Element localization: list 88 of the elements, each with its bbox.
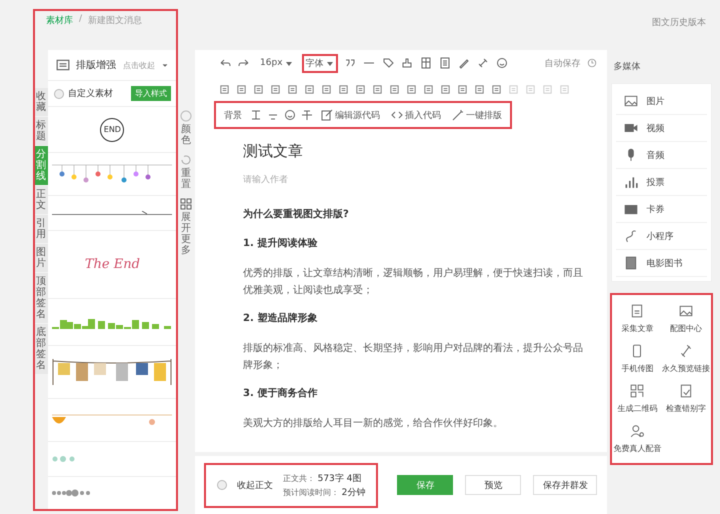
tag-icon <box>382 57 394 69</box>
line-divider-icon <box>52 211 172 216</box>
undo-icon <box>219 57 232 69</box>
image-icon <box>624 94 638 108</box>
breadcrumb-separator: / <box>79 14 82 26</box>
table-icon <box>420 57 432 69</box>
caret-icon <box>160 61 169 69</box>
layout-icon <box>56 58 70 72</box>
radio-button[interactable] <box>217 480 228 490</box>
media-item[interactable]: 音频 <box>616 142 707 169</box>
caret-icon <box>284 60 293 66</box>
media-item[interactable]: 电影图书 <box>616 250 707 277</box>
media-item[interactable]: 视频 <box>616 115 707 142</box>
pen-icon <box>458 57 470 69</box>
section-heading: 为什么要重视图文排版? <box>243 208 350 221</box>
quote-icon <box>344 57 356 69</box>
paragraph: 优秀的排版，让文章结构清晰，逻辑顺畅，用户易理解，便于快速扫读，而且优雅美观，让阅读也成享受； <box>243 266 584 298</box>
mini-program-icon <box>624 229 638 243</box>
toolbar-button[interactable]: 插入代码 <box>388 106 444 124</box>
section-title: 多媒体 <box>613 60 642 73</box>
color-circle-icon <box>180 110 192 122</box>
video-icon <box>624 121 638 135</box>
section-heading: 2. 塑造品牌形象 <box>243 311 318 325</box>
radio-button[interactable] <box>54 88 64 98</box>
tool-item[interactable]: 免费真人配音 <box>613 424 662 454</box>
clock-icon <box>587 58 598 68</box>
side-tool-button[interactable]: 展开更多 <box>180 198 192 256</box>
media-item[interactable]: 小程序 <box>616 223 707 250</box>
tool-item[interactable]: 手机传图 <box>613 344 662 374</box>
grid-icon <box>180 198 192 210</box>
category-tab[interactable]: 引用 <box>34 215 48 243</box>
toolbar-button[interactable]: 编辑源代码 <box>318 106 384 124</box>
toolbar-button[interactable]: 背景 <box>221 106 246 124</box>
section-heading: 1. 提升阅读体验 <box>243 236 318 250</box>
category-tab[interactable]: 标题 <box>34 117 48 145</box>
caret-icon <box>326 60 334 66</box>
paragraph: 排版的标准高、风格稳定、长期坚持，影响用户对品牌的看法，提升公众号品牌形象； <box>243 342 584 373</box>
tool-item[interactable]: 采集文章 <box>613 304 662 334</box>
reset-icon <box>180 154 192 166</box>
image-icon <box>678 304 693 318</box>
document-icon <box>630 304 644 318</box>
media-item[interactable]: 投票 <box>616 169 707 196</box>
tool-item[interactable]: 配图中心 <box>662 304 710 334</box>
side-tool-button[interactable]: 重置 <box>180 154 192 190</box>
edit-icon <box>321 109 334 121</box>
footer-button[interactable]: 预览 <box>465 475 522 495</box>
footer-button[interactable]: 保存并群发 <box>533 475 598 495</box>
wand-icon <box>452 109 464 121</box>
category-tab[interactable]: 正文 <box>34 186 48 214</box>
media-item[interactable]: 图片 <box>616 88 707 115</box>
toolbar-button[interactable]: 一键排版 <box>449 106 506 124</box>
paragraph: 美观大方的排版给人耳目一新的感觉，给合作伙伴好印象。 <box>243 416 504 431</box>
dot-row-drawing <box>52 489 90 498</box>
category-tab[interactable]: 顶部签名 <box>34 273 48 323</box>
end-badge: END <box>100 118 124 142</box>
collapse-body-label[interactable]: 收起正文 <box>237 478 274 492</box>
text-height-icon <box>250 109 262 121</box>
stamp-icon <box>400 57 413 69</box>
word-count: 正文共： 573字 4图 <box>283 472 362 484</box>
document-check-icon <box>678 384 693 398</box>
category-tab[interactable]: 图片 <box>34 244 48 272</box>
qr-code-icon <box>630 384 644 398</box>
tool-item[interactable]: 永久预览链接 <box>662 344 710 374</box>
category-tab[interactable]: 底部签名 <box>34 324 48 374</box>
emoji-icon <box>496 57 508 69</box>
article-title[interactable]: 测试文章 <box>243 142 584 161</box>
strikethrough-icon <box>301 109 314 121</box>
reading-time: 预计阅读时间： 2分钟 <box>283 486 366 498</box>
bar-chart-icon <box>624 175 638 189</box>
document-icon <box>438 57 451 69</box>
emoji-icon <box>284 109 296 121</box>
category-tab[interactable]: 收藏 <box>34 88 48 116</box>
redo-icon <box>238 57 250 69</box>
panel-title: 排版增强 <box>76 58 117 72</box>
person-icon <box>630 424 644 438</box>
section-heading: 3. 便于商务合作 <box>243 386 318 400</box>
font-size-dropdown[interactable]: 16px <box>257 56 296 70</box>
font-dropdown[interactable]: 字体 <box>302 54 337 72</box>
tool-item[interactable]: 检查错别字 <box>662 384 710 414</box>
the-end-script: The End <box>84 257 140 272</box>
three-dots-drawing <box>52 454 76 463</box>
side-tool-button[interactable]: 颜色 <box>180 110 192 146</box>
custom-material-label: 自定义素材 <box>68 88 114 100</box>
media-item[interactable]: 卡券 <box>616 196 707 223</box>
code-icon <box>391 109 404 121</box>
breadcrumb-item: 新建图文消息 <box>88 14 142 28</box>
tool-item[interactable]: 生成二维码 <box>613 384 662 414</box>
autosave-label: 自动保存 <box>544 58 580 70</box>
